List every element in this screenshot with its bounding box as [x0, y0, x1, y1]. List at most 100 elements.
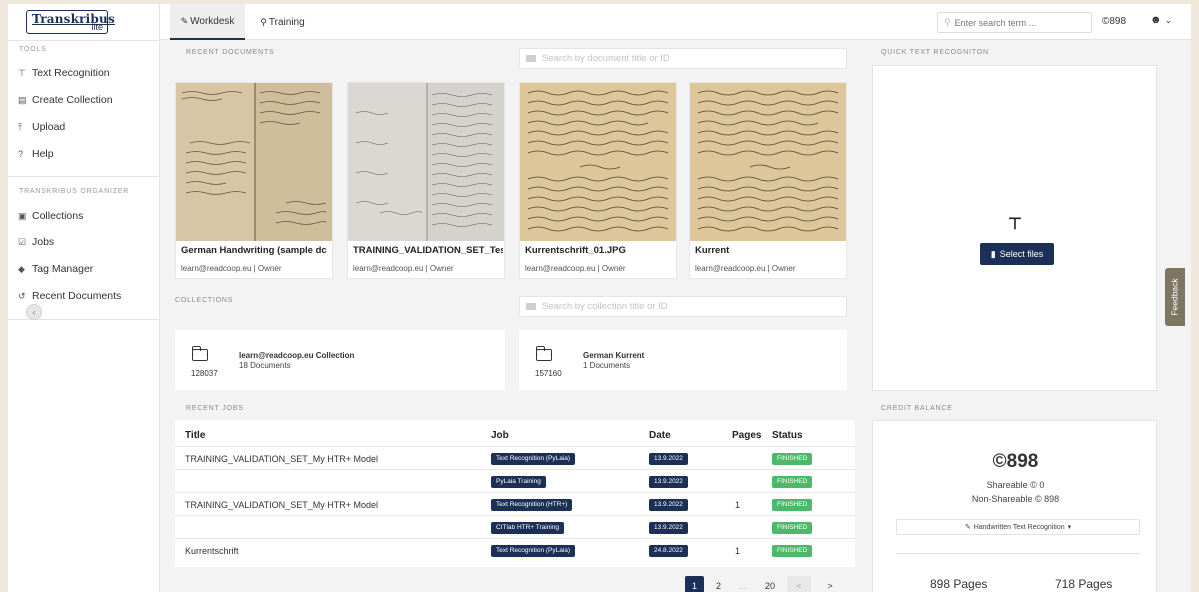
document-card[interactable]: TRAINING_VALIDATION_SET_Tes learn@readco… — [347, 82, 505, 279]
header-date: Date — [649, 430, 671, 441]
header-title: Title — [185, 430, 206, 441]
page-button-2[interactable]: 2 — [709, 576, 728, 592]
date-badge: 13.9.2022 — [649, 475, 688, 488]
tab-workdesk[interactable]: ✎ Workdesk — [170, 4, 245, 40]
credits-value: 898 — [1109, 16, 1127, 27]
job-title: TRAINING_VALIDATION_SET_My HTR+ Model — [185, 453, 378, 464]
sidebar-item-upload[interactable]: ⤒ Upload — [18, 118, 156, 136]
document-title: German Handwriting (sample dc — [181, 245, 327, 256]
chevron-down-icon: ▾ — [1067, 524, 1072, 531]
job-badge: Text Recognition (HTR+) — [491, 498, 573, 511]
sidebar-item-text-recognition[interactable]: ⊤ Text Recognition — [18, 64, 156, 82]
collection-card[interactable]: 128037 learn@readcoop.eu Collection 18 D… — [175, 330, 505, 390]
document-card[interactable]: Kurrentschrift_01.JPG learn@readcoop.eu … — [519, 82, 677, 279]
collection-count: 1 Documents — [583, 361, 631, 370]
tab-label: Training — [268, 16, 305, 28]
collection-search[interactable] — [519, 296, 847, 317]
sidebar-item-label: Jobs — [32, 236, 55, 248]
top-bar: ✎ Workdesk ⚲ Training ⚲ ©898 ☻ ⌄ — [160, 4, 1191, 40]
divider — [896, 553, 1140, 554]
chevron-left-icon: ‹ — [32, 307, 36, 317]
tag-icon: ◆ — [18, 263, 25, 274]
sidebar-item-jobs[interactable]: ☑ Jobs — [18, 233, 156, 251]
sidebar-item-create-collection[interactable]: ▤ Create Collection — [18, 91, 156, 109]
document-card[interactable]: Kurrent learn@readcoop.eu | Owner — [689, 82, 847, 279]
pages-right: 718 Pages — [1055, 577, 1113, 591]
status-badge: FINISHED — [772, 452, 813, 465]
global-search[interactable]: ⚲ — [937, 12, 1092, 33]
tools-section-title: TOOLS — [19, 46, 47, 53]
sidebar-item-collections[interactable]: ▣ Collections — [18, 207, 156, 225]
document-owner: learn@readcoop.eu | Owner — [353, 264, 454, 273]
document-owner: learn@readcoop.eu | Owner — [181, 264, 282, 273]
recent-documents-label: RECENT DOCUMENTS — [186, 49, 275, 56]
table-row[interactable]: PyLaia Training 13.9.2022 FINISHED — [175, 469, 855, 492]
table-row[interactable]: Kurrentschrift Text Recognition (PyLaia)… — [175, 538, 855, 561]
collection-card[interactable]: 157160 German Kurrent 1 Documents — [519, 330, 847, 390]
document-title: TRAINING_VALIDATION_SET_Tes — [353, 245, 503, 256]
status-badge: FINISHED — [772, 521, 813, 534]
folder-icon — [535, 346, 552, 361]
next-page-button[interactable]: > — [818, 576, 842, 592]
date-badge: 24.8.2022 — [649, 544, 688, 557]
job-badge: Text Recognition (PyLaia) — [491, 452, 576, 465]
sidebar-item-label: Recent Documents — [32, 290, 122, 302]
document-search[interactable] — [519, 48, 847, 69]
text-recognition-icon: ⊤ — [18, 67, 26, 78]
job-title: Kurrentschrift — [185, 545, 239, 556]
document-thumbnail — [348, 83, 504, 241]
jobs-table: Title Job Date Pages Status TRAINING_VAL… — [175, 420, 855, 567]
feedback-label: Feedback — [1170, 278, 1180, 316]
page-button-20[interactable]: 20 — [758, 576, 782, 592]
transkribus-logo[interactable]: Transkribus lite — [26, 10, 115, 34]
date-badge: 13.9.2022 — [649, 498, 688, 511]
job-pages: 1 — [735, 545, 741, 556]
credits-icon: © — [992, 451, 1007, 472]
job-pages: 1 — [735, 499, 741, 510]
chevron-down-icon: ⌄ — [1164, 15, 1173, 25]
sidebar-item-label: Create Collection — [32, 94, 113, 106]
credits-indicator[interactable]: ©898 — [1102, 16, 1126, 27]
document-thumbnail — [690, 83, 846, 241]
collection-name: German Kurrent — [583, 351, 645, 360]
select-files-button[interactable]: ▮ Select files — [980, 243, 1054, 265]
document-owner: learn@readcoop.eu | Owner — [695, 264, 796, 273]
collapse-sidebar-button[interactable]: ‹ — [26, 304, 42, 320]
table-row[interactable]: CITlab HTR+ Training 13.9.2022 FINISHED — [175, 515, 855, 538]
page-button-1[interactable]: 1 — [685, 576, 704, 592]
document-card[interactable]: German Handwriting (sample dc learn@read… — [175, 82, 333, 279]
sidebar-item-recent-documents[interactable]: ↺ Recent Documents — [18, 287, 156, 305]
sidebar-item-tag-manager[interactable]: ◆ Tag Manager — [18, 260, 156, 278]
document-search-input[interactable] — [542, 53, 822, 64]
collection-id: 128037 — [191, 369, 218, 378]
model-select[interactable]: ✎ Handwritten Text Recognition ▾ — [896, 519, 1140, 535]
job-badge: CITlab HTR+ Training — [491, 521, 565, 534]
tab-training[interactable]: ⚲ Training — [250, 4, 315, 40]
sidebar: Transkribus lite TOOLS ⊤ Text Recognitio… — [8, 4, 160, 592]
non-shareable-credits: Non-Shareable © 898 — [971, 494, 1060, 504]
credit-total: ©898 — [873, 451, 1158, 473]
model-select-value: Handwritten Text Recognition — [973, 523, 1065, 531]
collections-label: COLLECTIONS — [175, 297, 234, 304]
date-badge: 13.9.2022 — [649, 452, 688, 465]
prev-page-button[interactable]: < — [787, 576, 811, 592]
text-recognition-icon: ⊤ — [1008, 216, 1022, 233]
job-badge: Text Recognition (PyLaia) — [491, 544, 576, 557]
search-icon: ⚲ — [944, 17, 951, 27]
status-badge: FINISHED — [772, 544, 813, 557]
user-menu[interactable]: ☻ ⌄ — [1150, 14, 1172, 26]
pencil-icon: ✎ — [180, 15, 189, 26]
user-icon: ☻ — [1150, 14, 1162, 26]
collection-search-input[interactable] — [542, 301, 822, 312]
table-row[interactable]: TRAINING_VALIDATION_SET_My HTR+ Model Te… — [175, 492, 855, 515]
table-row[interactable]: TRAINING_VALIDATION_SET_My HTR+ Model Te… — [175, 446, 855, 469]
collections-icon: ▣ — [18, 210, 27, 221]
lightbulb-icon: ⚲ — [260, 16, 267, 27]
logo-sub: lite — [91, 22, 103, 32]
tag-icon — [526, 55, 536, 62]
feedback-tab[interactable]: Feedback — [1165, 268, 1185, 326]
document-thumbnail — [176, 83, 332, 241]
global-search-input[interactable] — [954, 17, 1085, 28]
sidebar-item-help[interactable]: ? Help — [18, 145, 156, 163]
divider — [8, 40, 160, 41]
